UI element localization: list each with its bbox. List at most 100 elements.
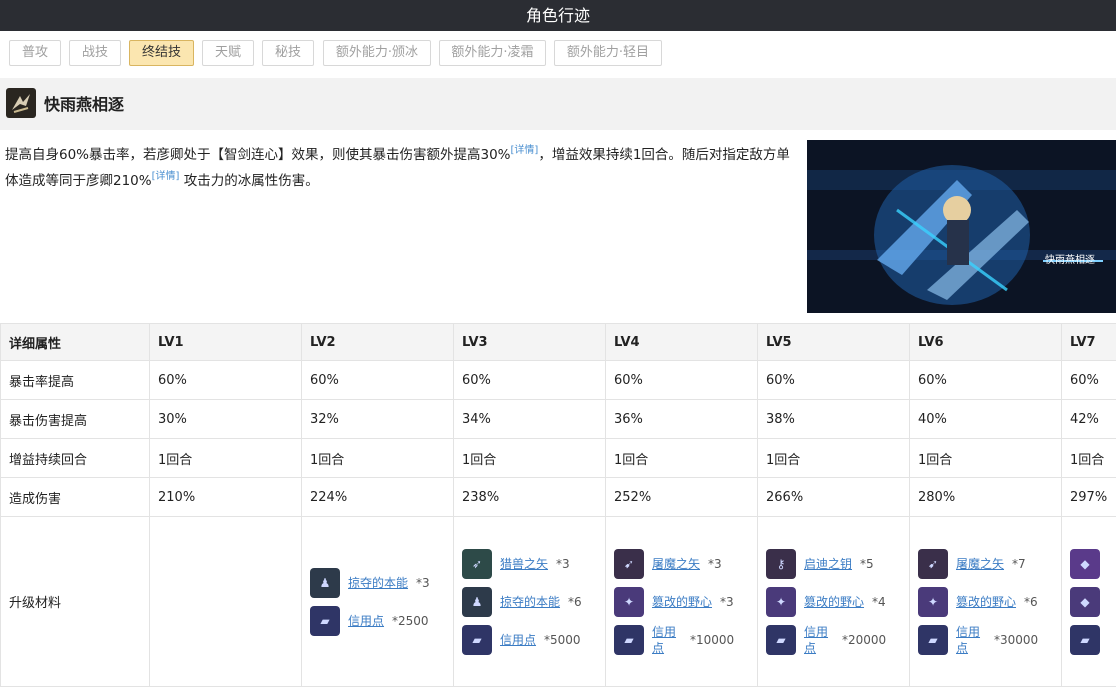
detail-link-2[interactable]: [详情]	[152, 171, 180, 182]
material-link[interactable]: 掠夺的本能	[500, 593, 560, 610]
material-link[interactable]: 猎兽之矢	[500, 555, 548, 572]
table-cell: 40%	[909, 399, 1062, 439]
instinct-icon[interactable]: ♟	[310, 567, 340, 598]
material-link[interactable]: 掠夺的本能	[348, 574, 408, 591]
ambition-icon[interactable]: ✦	[918, 586, 948, 617]
credit-icon[interactable]: ▰	[766, 624, 796, 655]
header-cell: 详细属性	[0, 323, 150, 361]
material-item: ◆	[1070, 548, 1116, 580]
credit-icon[interactable]: ▰	[918, 624, 948, 655]
table-cell: 224%	[301, 477, 454, 517]
material-item: ▰	[1070, 624, 1116, 656]
skill-name: 快雨燕相逐	[44, 95, 125, 114]
table-cell: 36%	[605, 399, 758, 439]
table-cell: 60%	[605, 360, 758, 400]
row-label: 造成伤害	[0, 477, 150, 517]
row-label: 升级材料	[0, 516, 150, 687]
table-cell: 238%	[453, 477, 606, 517]
material-count: *20000	[842, 632, 887, 647]
table-cell: 1回合	[1061, 438, 1116, 478]
materials-row: 升级材料 ♟ 掠夺的本能 *3 ▰ 信用点 *2500 ➶ 猎兽之矢 *3 ♟ 掠夺的本能 *6 ▰ 信…	[0, 516, 1116, 687]
detail-link-1[interactable]: [详情]	[511, 145, 539, 156]
table-cell: 210%	[149, 477, 302, 517]
ambition-icon[interactable]: ✦	[766, 586, 796, 617]
material-link[interactable]: 篡改的野心	[804, 593, 864, 610]
table-row: 增益持续回合 1回合 1回合 1回合 1回合 1回合 1回合 1回合	[0, 438, 1116, 478]
tab-extra-2[interactable]: 额外能力·凌霜	[439, 40, 546, 66]
material-count: *3	[708, 556, 722, 571]
header-cell: LV1	[149, 323, 302, 361]
row-label: 暴击率提高	[0, 360, 150, 400]
credit-icon[interactable]: ▰	[1070, 624, 1100, 655]
attribute-table: 详细属性 LV1 LV2 LV3 LV4 LV5 LV6 LV7 暴击率提高 6…	[0, 323, 1116, 687]
material-item: ✦ 篡改的野心 *6	[918, 586, 1061, 618]
materials-cell: ◆ ◆ ▰	[1061, 516, 1116, 687]
arrow-icon[interactable]: ➶	[462, 548, 492, 579]
tab-extra-1[interactable]: 额外能力·颁冰	[323, 40, 431, 66]
material-link[interactable]: 信用点	[500, 631, 536, 648]
material-link[interactable]: 屠魔之矢	[652, 555, 700, 572]
table-cell: 1回合	[453, 438, 606, 478]
tab-technique[interactable]: 秘技	[262, 40, 314, 66]
tab-extra-3[interactable]: 额外能力·轻目	[554, 40, 662, 66]
desc-text-3: 攻击力的冰属性伤害。	[183, 173, 319, 189]
tab-ultimate[interactable]: 终结技	[129, 40, 194, 66]
table-cell: 1回合	[605, 438, 758, 478]
purple-item-icon[interactable]: ◆	[1070, 548, 1100, 579]
material-count: *7	[1012, 556, 1026, 571]
header-cell: LV5	[757, 323, 910, 361]
material-item: ✦ 篡改的野心 *3	[614, 586, 757, 618]
table-cell: 42%	[1061, 399, 1116, 439]
materials-cell: ➹ 屠魔之矢 *7 ✦ 篡改的野心 *6 ▰ 信用点 *30000	[909, 516, 1062, 687]
table-cell: 32%	[301, 399, 454, 439]
material-item: ➶ 猎兽之矢 *3	[462, 548, 605, 580]
table-cell: 1回合	[301, 438, 454, 478]
material-link[interactable]: 信用点	[652, 624, 682, 656]
tab-basic-attack[interactable]: 普攻	[9, 40, 61, 66]
table-row: 暴击伤害提高 30% 32% 34% 36% 38% 40% 42%	[0, 399, 1116, 439]
table-cell: 252%	[605, 477, 758, 517]
materials-cell: ♟ 掠夺的本能 *3 ▰ 信用点 *2500	[301, 516, 454, 687]
tab-skill[interactable]: 战技	[69, 40, 121, 66]
materials-cell: ➹ 屠魔之矢 *3 ✦ 篡改的野心 *3 ▰ 信用点 *10000	[605, 516, 758, 687]
instinct-icon[interactable]: ♟	[462, 586, 492, 617]
table-cell: 1回合	[149, 438, 302, 478]
header-cell: LV2	[301, 323, 454, 361]
purple-item-icon[interactable]: ◆	[1070, 586, 1100, 617]
material-count: *5	[860, 556, 874, 571]
material-item: ▰ 信用点 *30000	[918, 624, 1061, 656]
material-link[interactable]: 屠魔之矢	[956, 555, 1004, 572]
table-cell: 60%	[909, 360, 1062, 400]
row-label: 暴击伤害提高	[0, 399, 150, 439]
credit-icon[interactable]: ▰	[310, 605, 340, 636]
skill-preview-image: 快雨燕相逐	[807, 140, 1116, 313]
material-link[interactable]: 启迪之钥	[804, 555, 852, 572]
material-count: *6	[568, 594, 582, 609]
red-arrow-icon[interactable]: ➹	[918, 548, 948, 579]
table-cell: 60%	[149, 360, 302, 400]
material-link[interactable]: 篡改的野心	[956, 593, 1016, 610]
material-item: ▰ 信用点 *20000	[766, 624, 909, 656]
key-icon[interactable]: ⚷	[766, 548, 796, 579]
skill-description: 提高自身60%暴击率，若彦卿处于【智剑连心】效果，则使其暴击伤害额外提高30%[…	[5, 140, 800, 192]
tab-talent[interactable]: 天赋	[202, 40, 254, 66]
skill-tabs: 普攻 战技 终结技 天赋 秘技 额外能力·颁冰 额外能力·凌霜 额外能力·轻目	[0, 33, 1116, 73]
material-item: ♟ 掠夺的本能 *3	[310, 567, 453, 599]
material-count: *4	[872, 594, 886, 609]
row-label: 增益持续回合	[0, 438, 150, 478]
table-cell: 266%	[757, 477, 910, 517]
material-link[interactable]: 信用点	[956, 624, 986, 656]
material-link[interactable]: 信用点	[804, 624, 834, 656]
material-link[interactable]: 信用点	[348, 612, 384, 629]
header-cell: LV3	[453, 323, 606, 361]
red-arrow-icon[interactable]: ➹	[614, 548, 644, 579]
table-cell: 30%	[149, 399, 302, 439]
material-link[interactable]: 篡改的野心	[652, 593, 712, 610]
credit-icon[interactable]: ▰	[614, 624, 644, 655]
material-item: ▰ 信用点 *5000	[462, 624, 605, 656]
credit-icon[interactable]: ▰	[462, 624, 492, 655]
table-cell: 1回合	[909, 438, 1062, 478]
material-count: *6	[1024, 594, 1038, 609]
material-item: ➹ 屠魔之矢 *3	[614, 548, 757, 580]
ambition-icon[interactable]: ✦	[614, 586, 644, 617]
